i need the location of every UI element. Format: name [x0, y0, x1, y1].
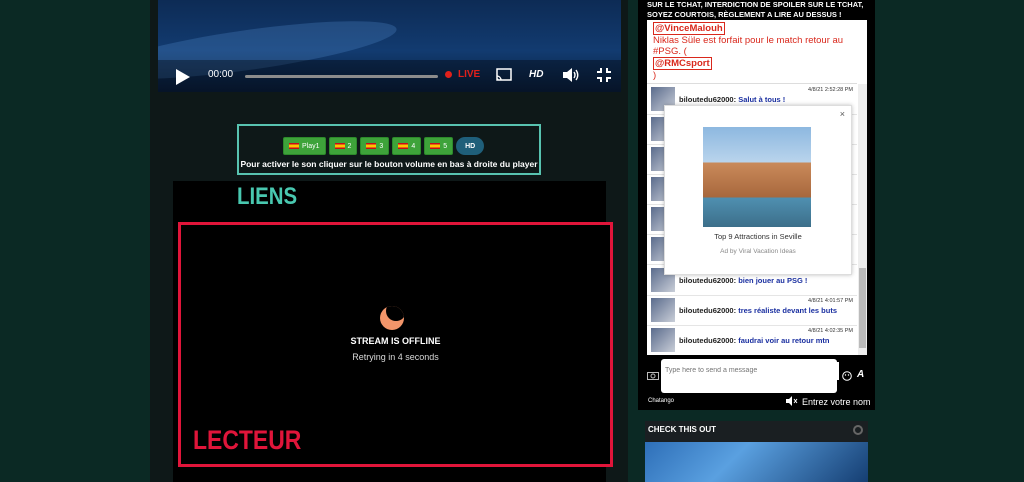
video-player[interactable]: 00:00 LIVE HD: [158, 0, 621, 92]
chat-input[interactable]: [661, 361, 839, 380]
chat-composer: [661, 359, 839, 393]
ad-popup[interactable]: × Top 9 Attractions in Seville Ad by Vir…: [664, 105, 852, 275]
pinned-message: @VinceMalouh Niklas Süle est forfait pou…: [647, 20, 857, 84]
message-text: biloutedu62000: Salut à tous !: [679, 95, 785, 104]
stream-button-label: 2: [347, 142, 352, 150]
message-text: biloutedu62000: tres réaliste devant les…: [679, 306, 837, 315]
chat-rules: SUR LE TCHAT, INTERDICTION DE SPOILER SU…: [647, 0, 872, 20]
pinned-close: ): [653, 70, 657, 81]
avatar[interactable]: [651, 298, 675, 322]
stream-choices-panel: Play1 2 3 4 5 HD Pour activer le son cli…: [237, 124, 541, 175]
check-this-out-widget: CHECK THIS OUT: [645, 421, 868, 482]
stream-hd-button[interactable]: HD: [456, 137, 485, 155]
message-text: biloutedu62000: bien jouer au PSG !: [679, 276, 807, 285]
live-indicator-icon: [445, 71, 452, 78]
close-icon[interactable]: ×: [840, 109, 845, 119]
chatango-brand[interactable]: Chatango: [648, 398, 674, 404]
chat-scrollbar-thumb[interactable]: [859, 268, 866, 348]
check-this-out-title: CHECK THIS OUT: [648, 425, 716, 434]
play-icon[interactable]: [176, 69, 190, 85]
avatar[interactable]: [651, 328, 675, 352]
message-user[interactable]: biloutedu62000:: [679, 306, 736, 315]
liens-heading: LIENS: [237, 183, 298, 210]
message-user[interactable]: biloutedu62000:: [679, 95, 736, 104]
player-controls: 00:00 LIVE HD: [158, 60, 621, 92]
chat-message: 4/8/21 4:01:57 PM biloutedu62000: tres r…: [647, 296, 857, 326]
spain-flag-icon: [430, 143, 441, 149]
message-body: bien jouer au PSG !: [738, 276, 808, 285]
player-time: 00:00: [208, 69, 234, 80]
chat-rules-line: SUR LE TCHAT, INTERDICTION DE SPOILER SU…: [647, 0, 864, 9]
stream-retry: Retrying in 4 seconds: [352, 352, 439, 362]
hd-toggle[interactable]: HD: [529, 69, 543, 80]
sound-hint: Pour activer le son cliquer sur le bouto…: [240, 159, 538, 169]
spain-flag-icon: [289, 143, 299, 149]
font-style-icon[interactable]: A: [857, 369, 864, 380]
live-label[interactable]: LIVE: [458, 69, 480, 80]
enter-name-link[interactable]: Entrez votre nom: [802, 397, 871, 407]
message-time: 4/8/21 4:02:35 PM: [808, 328, 853, 334]
ad-image[interactable]: [703, 127, 811, 227]
chat-rules-line: SOYEZ COURTOIS, RÈGLEMENT A LIRE AU DESS…: [647, 10, 842, 19]
promo-image[interactable]: [645, 442, 868, 482]
mute-icon[interactable]: [786, 396, 798, 406]
message-time: 4/8/21 2:52:28 PM: [808, 87, 853, 93]
stream-button-5[interactable]: 5: [424, 137, 454, 155]
pinned-text: Niklas Süle est forfait pour le match re…: [653, 35, 844, 57]
addthis-icon[interactable]: [853, 425, 863, 435]
stream-button-label: Play1: [302, 142, 320, 150]
stream-player[interactable]: STREAM IS OFFLINE Retrying in 4 seconds …: [178, 222, 613, 467]
mention-link[interactable]: @VinceMalouh: [653, 22, 725, 35]
spain-flag-icon: [334, 143, 345, 149]
message-user[interactable]: biloutedu62000:: [679, 276, 736, 285]
stream-button-4[interactable]: 4: [392, 137, 422, 155]
volume-icon[interactable]: [562, 68, 580, 82]
ad-sponsor: Ad by Viral Vacation Ideas: [720, 248, 796, 255]
mention-link[interactable]: @RMCsport: [653, 57, 712, 70]
camera-icon[interactable]: [647, 371, 659, 380]
message-body: Salut à tous !: [738, 95, 786, 104]
message-user[interactable]: biloutedu62000:: [679, 336, 736, 345]
stream-buttons: Play1 2 3 4 5 HD: [283, 137, 485, 155]
stream-button-label: 4: [411, 142, 416, 150]
progress-bar[interactable]: [245, 75, 438, 78]
message-text: biloutedu62000: faudrai voir au retour m…: [679, 336, 829, 345]
message-body: tres réaliste devant les buts: [738, 306, 837, 315]
chat-message: 4/8/21 4:02:35 PM biloutedu62000: faudra…: [647, 326, 857, 355]
emoji-icon[interactable]: [842, 371, 852, 381]
stream-button-label: 5: [443, 142, 448, 150]
cast-icon[interactable]: [496, 68, 512, 81]
spain-flag-icon: [366, 143, 377, 149]
stream-button-1[interactable]: Play1: [283, 137, 326, 155]
message-body: faudrai voir au retour mtn: [738, 336, 830, 345]
stream-button-label: 3: [379, 142, 384, 150]
chat-scrollbar[interactable]: [858, 84, 867, 355]
fullscreen-icon[interactable]: [596, 67, 612, 83]
stream-status: STREAM IS OFFLINE: [350, 336, 441, 346]
lecteur-heading: LECTEUR: [193, 425, 302, 455]
ad-title[interactable]: Top 9 Attractions in Seville: [665, 232, 851, 241]
offline-moon-icon: [380, 306, 404, 330]
stream-button-3[interactable]: 3: [360, 137, 390, 155]
spain-flag-icon: [398, 143, 409, 149]
message-time: 4/8/21 4:01:57 PM: [808, 298, 853, 304]
stream-button-2[interactable]: 2: [328, 137, 358, 155]
